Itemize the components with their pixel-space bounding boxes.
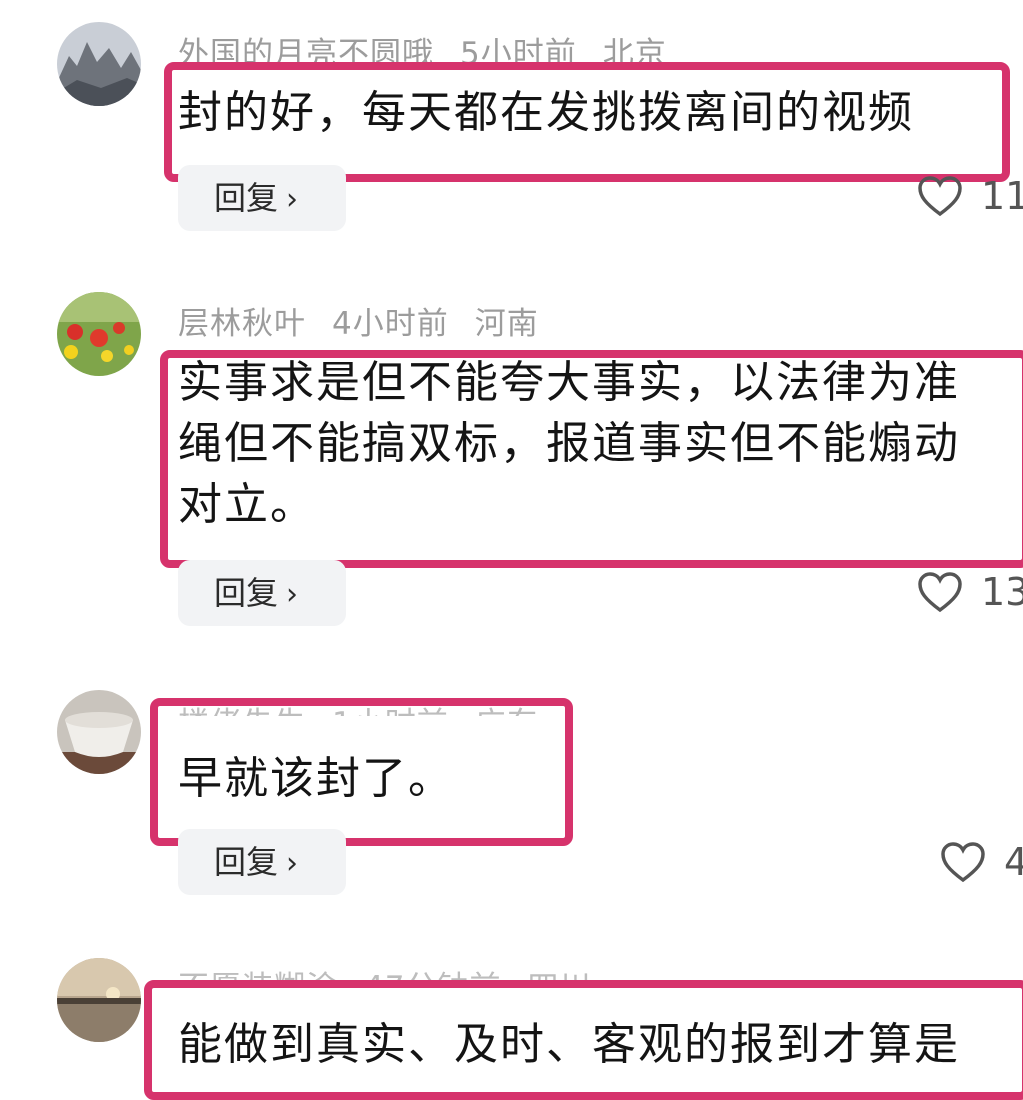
like-button[interactable]: 13 — [917, 570, 1023, 614]
reply-button[interactable]: 回复 › — [178, 165, 346, 231]
reply-button[interactable]: 回复 › — [178, 560, 346, 626]
avatar[interactable] — [57, 958, 141, 1042]
avatar[interactable] — [57, 22, 141, 106]
like-count: 4 — [1004, 840, 1023, 884]
comment-meta: 层林秋叶 4小时前 河南 — [178, 298, 565, 343]
comment-text: 能做到真实、及时、客观的报到才算是 — [178, 1019, 960, 1070]
comment-meta: 外国的月亮不圆哦 5小时前 北京 — [178, 28, 693, 73]
timestamp: 4小时前 — [332, 306, 449, 342]
avatar[interactable] — [57, 690, 141, 774]
username[interactable]: 外国的月亮不圆哦 — [178, 36, 434, 72]
chevron-right-icon: › — [286, 182, 299, 217]
chevron-right-icon: › — [286, 577, 299, 612]
location: 北京 — [602, 36, 667, 72]
reply-label: 回复 — [214, 843, 279, 881]
reply-button[interactable]: 回复 › — [178, 829, 346, 895]
heart-outline-icon — [918, 572, 962, 613]
heart-outline-icon — [918, 176, 962, 217]
like-count: 13 — [981, 570, 1023, 614]
username[interactable]: 层林秋叶 — [178, 306, 306, 342]
comment-text: 封的好，每天都在发挑拨离间的视频 — [178, 87, 914, 138]
like-button[interactable]: 11 — [917, 174, 1023, 218]
chevron-right-icon: › — [286, 846, 299, 881]
heart-outline-icon — [941, 842, 985, 883]
like-button[interactable]: 4 — [940, 840, 1023, 884]
location: 河南 — [474, 306, 539, 342]
occlusion — [160, 716, 570, 738]
comment-text: 实事求是但不能夸大事实，以法律为准绳但不能搞双标，报道事实但不能煽动对立。 — [178, 357, 960, 530]
avatar[interactable] — [57, 292, 141, 376]
occlusion — [160, 982, 660, 1004]
reply-label: 回复 — [214, 179, 279, 217]
like-count: 11 — [981, 174, 1023, 218]
comment-text: 早就该封了。 — [178, 753, 454, 804]
timestamp: 5小时前 — [460, 36, 577, 72]
reply-label: 回复 — [214, 574, 279, 612]
